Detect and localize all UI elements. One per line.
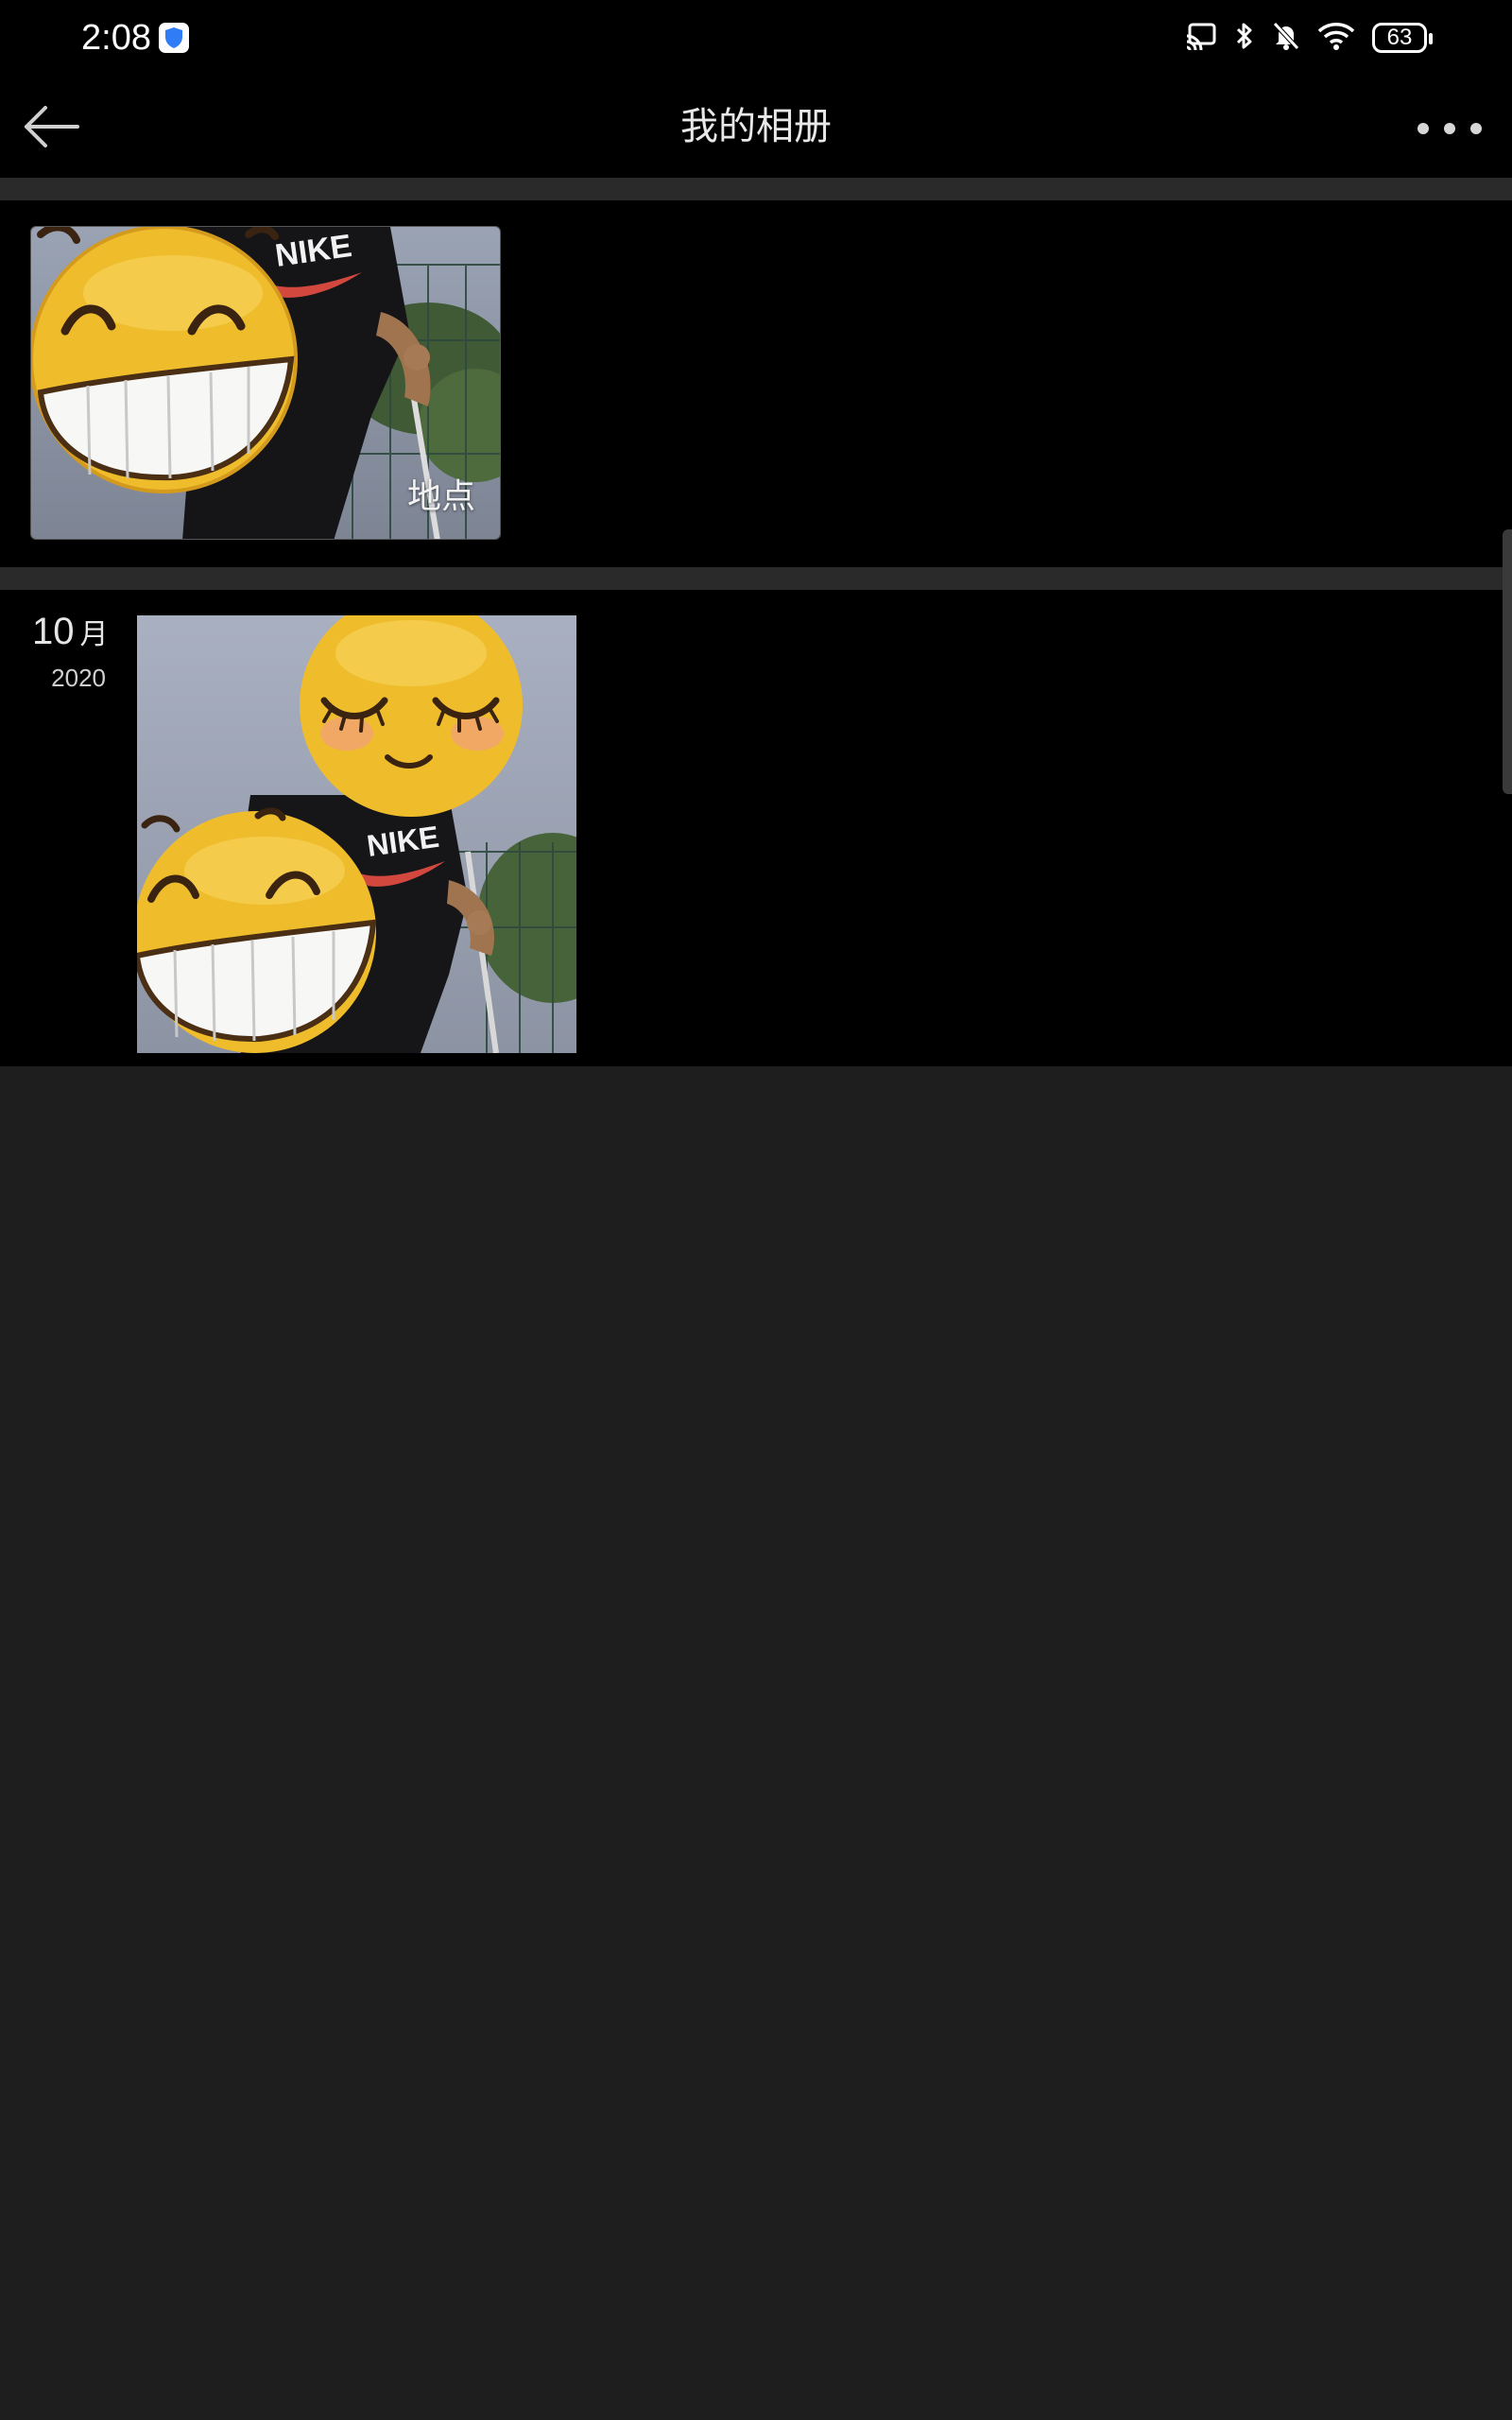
wifi-icon — [1317, 22, 1355, 54]
month-unit: 月 — [79, 618, 109, 651]
bluetooth-icon — [1234, 21, 1255, 55]
status-time: 2:08 — [81, 18, 151, 58]
section-divider — [0, 178, 1512, 200]
app-header: 我的相册 — [0, 76, 1512, 178]
page-title: 我的相册 — [680, 105, 832, 148]
battery-icon: 63 — [1372, 23, 1433, 53]
app-root: 2:08 63 我的相册 NIKE 地点 10 月 2020 NIKE — [0, 0, 1512, 2420]
more-dots-icon — [1418, 123, 1429, 134]
month-number: 10 — [32, 611, 75, 652]
timeline-section: 10 月 2020 NIKE — [0, 590, 1512, 1066]
more-dot — [1444, 123, 1455, 134]
cast-icon — [1185, 22, 1217, 54]
albums-section: NIKE 地点 — [0, 200, 1512, 567]
mute-bell-icon — [1272, 21, 1300, 55]
photo-image: NIKE — [137, 615, 576, 1053]
status-bar: 2:08 63 — [0, 0, 1512, 76]
album-label: 地点 — [406, 477, 475, 516]
security-shield-icon — [159, 23, 189, 53]
scrollbar-handle[interactable] — [1503, 529, 1512, 794]
status-icons: 63 — [1185, 17, 1433, 59]
album-card-places[interactable]: NIKE 地点 — [30, 226, 501, 540]
photo-thumbnail[interactable]: NIKE — [137, 615, 576, 1053]
section-divider — [0, 567, 1512, 590]
more-dot — [1470, 123, 1482, 134]
timeline-year: 2020 — [51, 664, 106, 692]
more-button[interactable] — [1414, 104, 1486, 149]
timeline-month: 10 月 — [32, 611, 109, 653]
